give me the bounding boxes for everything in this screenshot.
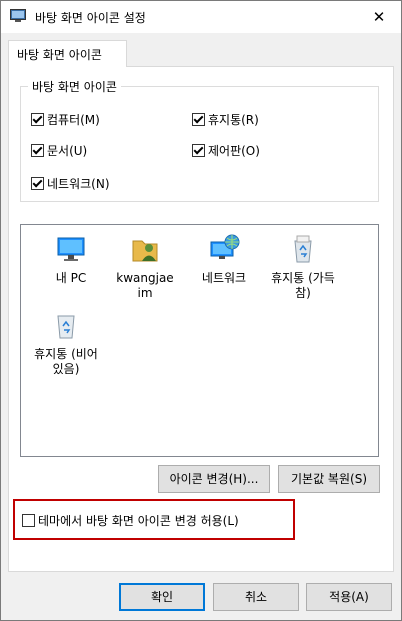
icon-label: 네트워크: [201, 271, 247, 285]
ok-button[interactable]: 확인: [119, 583, 205, 611]
icon-label: 휴지통 (비어: [34, 347, 98, 361]
recycle-bin-empty-icon: [57, 315, 75, 339]
icon-label-line2: 참): [295, 286, 311, 300]
group-label: 바탕 화면 아이콘: [28, 78, 121, 95]
tab-label: 바탕 화면 아이콘: [17, 48, 102, 62]
desktop-settings-icon: [10, 9, 26, 22]
computer-icon: [57, 237, 85, 261]
checkbox-label: 휴지통(R): [208, 113, 259, 127]
checkbox-label: 테마에서 바탕 화면 아이콘 변경 허용(L): [38, 514, 239, 528]
icon-item-user-folder[interactable]: kwangjae im: [108, 233, 182, 301]
theme-change-checkbox[interactable]: 테마에서 바탕 화면 아이콘 변경 허용(L): [22, 512, 239, 529]
checkbox-box[interactable]: [31, 144, 44, 157]
checkbox-box[interactable]: [22, 514, 35, 527]
change-icon-button[interactable]: 아이콘 변경(H)...: [158, 465, 270, 493]
checkbox-computer[interactable]: 컴퓨터(M): [31, 111, 100, 128]
title-bar: 바탕 화면 아이콘 설정 ✕: [1, 1, 401, 33]
user-folder-icon: [132, 240, 158, 262]
icon-label: kwangjae: [116, 271, 174, 285]
network-icon: [210, 234, 240, 259]
checkbox-network[interactable]: 네트워크(N): [31, 175, 110, 192]
checkbox-label: 네트워크(N): [47, 177, 110, 191]
tab-desktop-icons[interactable]: 바탕 화면 아이콘: [8, 40, 127, 67]
checkbox-control-panel[interactable]: 제어판(O): [192, 142, 260, 159]
icon-list[interactable]: 내 PC kwangjae im 네트워크 휴지통 (가득 참) 휴지통 (비어…: [20, 224, 379, 457]
cancel-button[interactable]: 취소: [213, 583, 299, 611]
close-icon: ✕: [372, 8, 386, 26]
restore-default-button[interactable]: 기본값 복원(S): [278, 465, 380, 493]
checkbox-label: 제어판(O): [208, 144, 260, 158]
checkbox-documents[interactable]: 문서(U): [31, 142, 87, 159]
apply-button[interactable]: 적용(A): [306, 583, 392, 611]
checkbox-box[interactable]: [31, 113, 44, 126]
icon-label: 내 PC: [55, 271, 87, 285]
checkbox-label: 문서(U): [47, 144, 88, 158]
close-button[interactable]: ✕: [357, 1, 401, 33]
checkbox-recycle-bin[interactable]: 휴지통(R): [192, 111, 259, 128]
icon-label: 휴지통 (가득: [271, 271, 335, 285]
window-title: 바탕 화면 아이콘 설정: [35, 11, 146, 25]
icon-label-line2: im: [137, 286, 153, 300]
checkbox-box[interactable]: [192, 113, 205, 126]
icon-item-this-pc[interactable]: 내 PC: [34, 233, 108, 286]
icon-item-network[interactable]: 네트워크: [187, 233, 261, 286]
icon-item-recycle-bin-empty[interactable]: 휴지통 (비어 있음): [29, 309, 103, 377]
checkbox-label: 컴퓨터(M): [47, 113, 100, 127]
checkbox-box[interactable]: [192, 144, 205, 157]
checkbox-box[interactable]: [31, 177, 44, 190]
icon-item-recycle-bin-full[interactable]: 휴지통 (가득 참): [266, 233, 340, 301]
recycle-bin-full-icon: [294, 235, 312, 263]
icon-label-line2: 있음): [52, 362, 80, 376]
